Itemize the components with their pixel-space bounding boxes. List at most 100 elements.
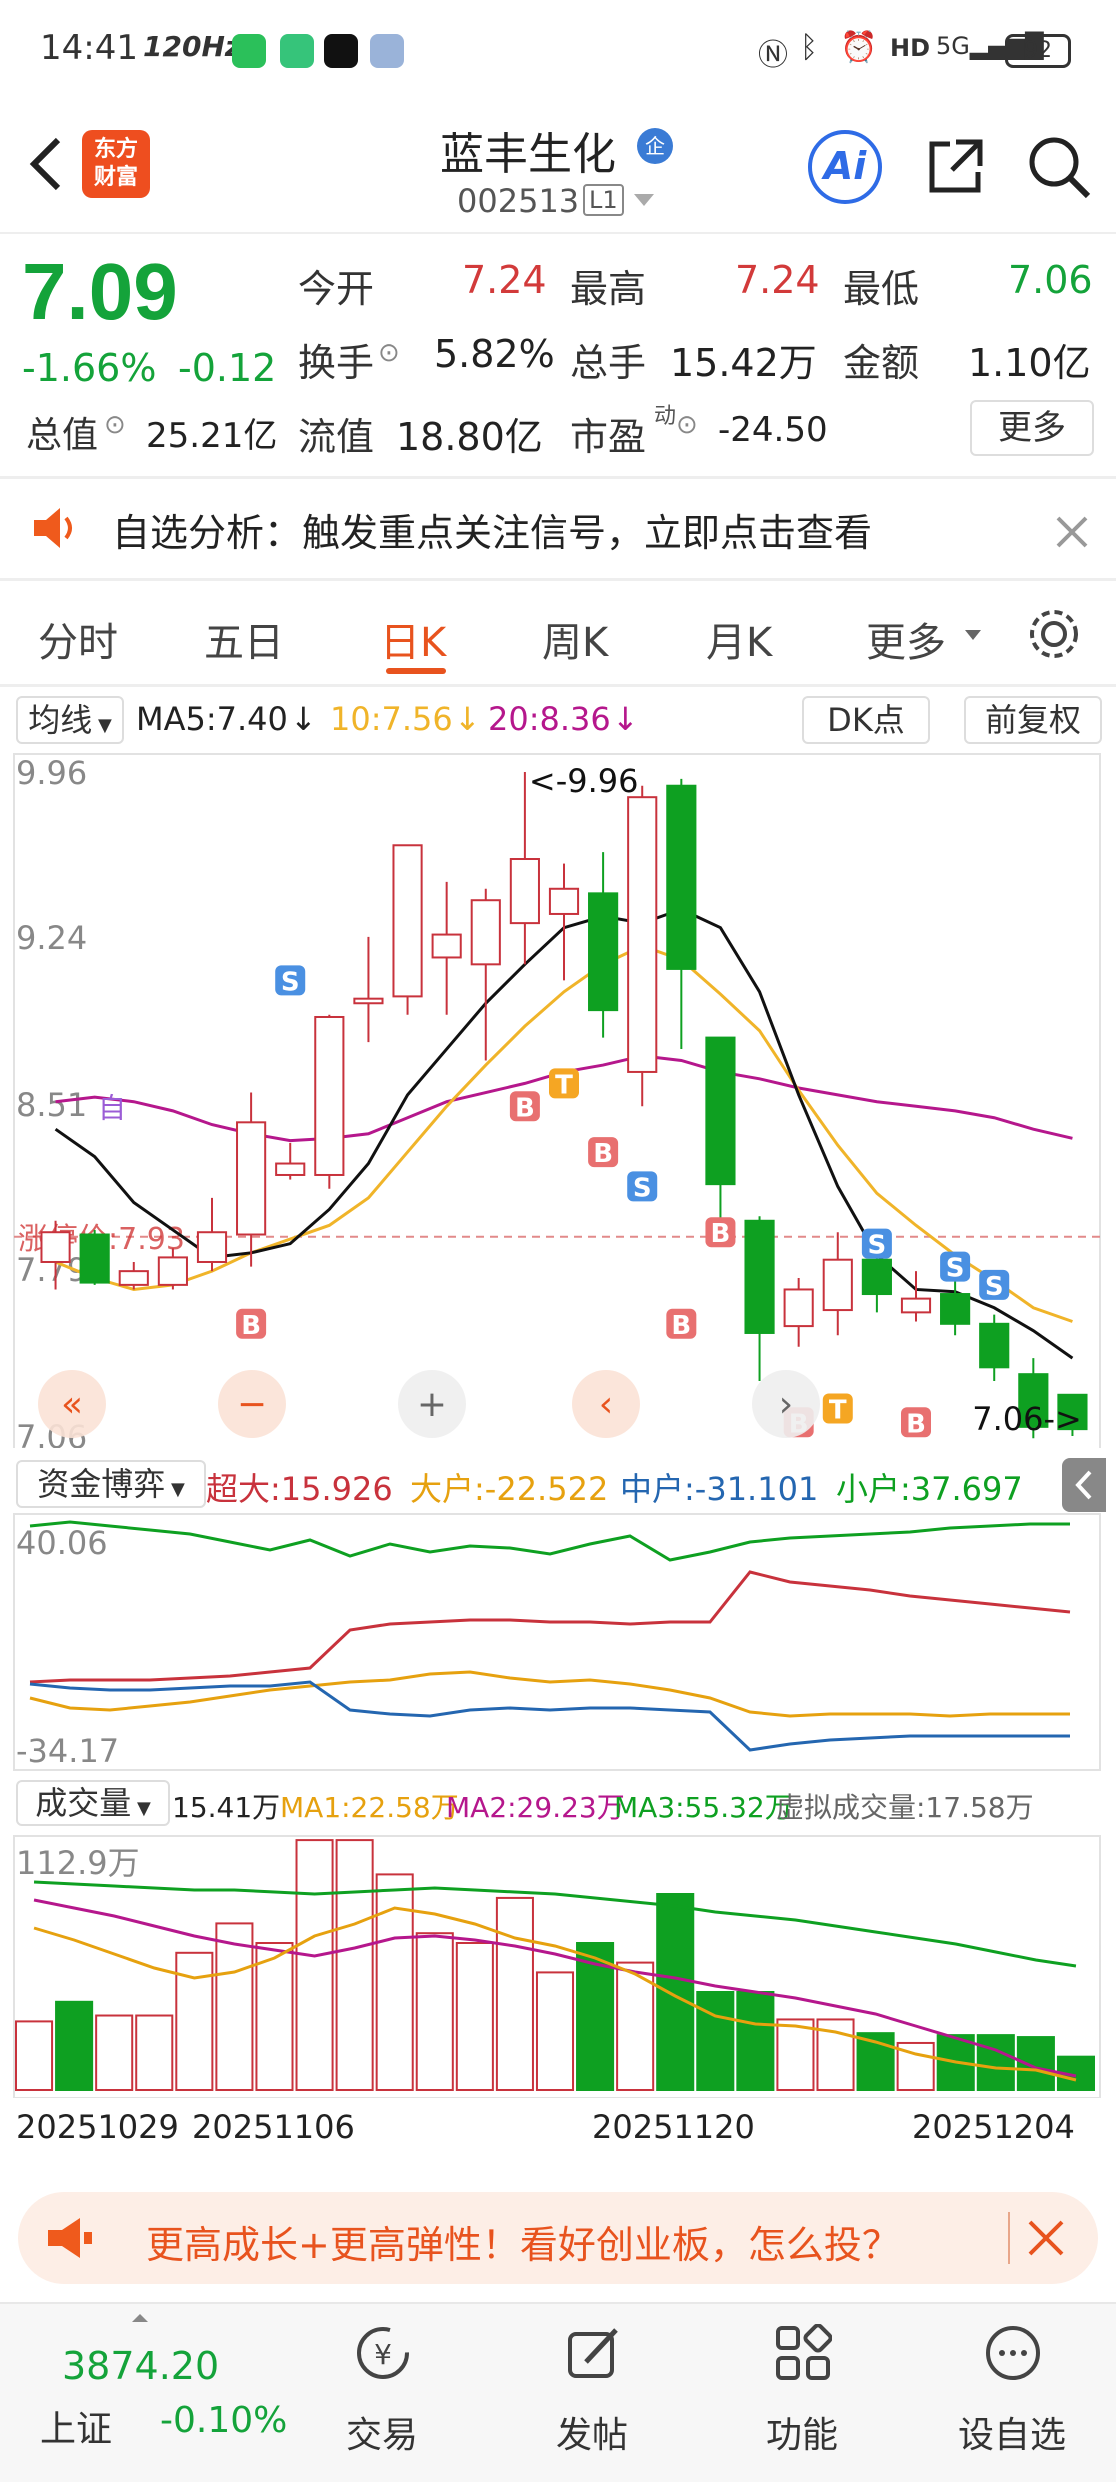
- candle-body: [979, 1322, 1010, 1369]
- tab-daily-k[interactable]: 日K: [380, 610, 446, 668]
- chevron-left-icon: [29, 137, 61, 191]
- volume-chart[interactable]: 112.9万: [0, 1828, 1116, 2098]
- y-axis-label: 9.96: [16, 754, 87, 792]
- mktcap-label: 总值: [26, 415, 99, 456]
- candle-body: [509, 858, 540, 925]
- fund-selector[interactable]: 资金博弈 ▼: [16, 1460, 206, 1508]
- float-label: 流值: [298, 415, 375, 459]
- ma-selector[interactable]: 均线 ▼: [16, 696, 124, 744]
- level-badge[interactable]: L1: [583, 184, 624, 216]
- search-icon[interactable]: [1022, 130, 1094, 202]
- promo-text: 更高成长+更高弹性！看好创业板，怎么投？: [146, 2223, 900, 2267]
- volume-label: 总手: [570, 341, 647, 385]
- candle-body: [470, 899, 501, 966]
- candle-body: [196, 1231, 228, 1263]
- medium-value: 中户:-31.101: [620, 1470, 819, 1508]
- share-icon[interactable]: [920, 130, 992, 202]
- tab-more[interactable]: 更多: [866, 610, 946, 668]
- tab-five-day[interactable]: 五日: [204, 610, 284, 668]
- volume-bar: [295, 1839, 334, 2091]
- tab-weekly-k[interactable]: 周K: [542, 610, 608, 668]
- promo-banner[interactable]: 更高成长+更高弹性！看好创业板，怎么投？: [18, 2192, 1098, 2284]
- ai-assistant-button[interactable]: Ai: [808, 130, 882, 204]
- candle-body: [548, 887, 580, 915]
- signal-badge-text: T: [555, 1070, 573, 1100]
- virtual-volume-value: 虚拟成交量:17.58万: [776, 1791, 1034, 1824]
- collapse-panel-button[interactable]: [1062, 1458, 1106, 1512]
- tab-monthly-k[interactable]: 月K: [706, 610, 772, 668]
- caret-up-icon[interactable]: [130, 2312, 150, 2324]
- self-select-marker: 自: [98, 1092, 126, 1125]
- nav-post[interactable]: 发帖: [522, 2316, 662, 2476]
- fund-flow-chart[interactable]: 40.06 -34.17: [0, 1512, 1116, 1772]
- dk-point-button[interactable]: DK点: [802, 696, 930, 744]
- candle-body: [705, 1036, 736, 1186]
- nav-trade[interactable]: ¥ 交易: [312, 2316, 452, 2476]
- active-tab-indicator: [386, 668, 446, 674]
- candle-body: [783, 1288, 814, 1328]
- volume-bar: [55, 2000, 94, 2091]
- candle-body: [353, 997, 384, 1005]
- signal-badge-text: B: [515, 1093, 535, 1123]
- nfc-icon: Ⓝ: [758, 38, 788, 73]
- open-value: 7.24: [462, 258, 547, 302]
- svg-text:¥: ¥: [374, 2338, 392, 2371]
- candle-body: [588, 892, 619, 1012]
- arrow-down-icon: ↓: [454, 700, 481, 738]
- signal-badge-text: S: [868, 1231, 887, 1261]
- amount-label: 金额: [843, 341, 920, 385]
- adjust-mode-button[interactable]: 前复权: [964, 696, 1102, 744]
- candle-body: [822, 1258, 853, 1312]
- notice-text[interactable]: 自选分析：触发重点关注信号，立即点击查看: [112, 502, 872, 557]
- back-button[interactable]: [20, 128, 70, 198]
- bluetooth-icon: ᛒ: [800, 30, 818, 65]
- signal-badge-text: S: [985, 1272, 1004, 1302]
- volume-value: 15.41万: [172, 1791, 281, 1824]
- nav-add-watchlist[interactable]: 设自选: [942, 2316, 1082, 2476]
- info-icon[interactable]: ⊙: [104, 410, 126, 440]
- volume-bar: [335, 1839, 374, 2091]
- high-value: 7.24: [735, 258, 820, 302]
- candle-body: [744, 1219, 775, 1334]
- zoom-out-button-glyph: −: [237, 1384, 267, 1425]
- app-logo: 东方财富: [82, 130, 150, 198]
- tab-intraday[interactable]: 分时: [38, 610, 118, 668]
- volume-selector[interactable]: 成交量 ▼: [16, 1780, 170, 1826]
- date-label: 20251120: [592, 2108, 755, 2146]
- info-icon[interactable]: ⊙: [676, 410, 698, 440]
- ma20-value: 20:8.36: [488, 700, 611, 738]
- super-large-value: 超大:15.926: [206, 1470, 393, 1508]
- close-icon[interactable]: [1054, 514, 1090, 550]
- kline-chart[interactable]: 9.969.248.517.797.06涨停价:7.93<-9.967.06->…: [0, 748, 1116, 1448]
- status-time: 14:41: [40, 28, 138, 68]
- nav-add-watchlist-label: 设自选: [957, 2415, 1066, 2456]
- candle-body: [79, 1233, 110, 1284]
- fast-back-button-glyph: «: [61, 1384, 83, 1425]
- pe-value: -24.50: [718, 410, 828, 450]
- pe-label: 市盈: [570, 415, 647, 459]
- candle-body: [431, 933, 462, 959]
- info-icon[interactable]: ⊙: [378, 338, 400, 368]
- pe-dynamic-mark: 动: [654, 404, 677, 429]
- volume-bar: [495, 1896, 534, 2091]
- candle-body: [392, 844, 423, 998]
- speaker-icon: [34, 508, 72, 548]
- gear-icon[interactable]: [1024, 604, 1084, 664]
- more-quote-button[interactable]: 更多: [970, 400, 1094, 456]
- signal-badge-text: S: [633, 1173, 652, 1203]
- yen-exchange-icon: ¥: [357, 2327, 409, 2379]
- close-icon[interactable]: [1026, 2218, 1066, 2258]
- signal-badge-text: B: [906, 1409, 926, 1439]
- fund-flow-line: [29, 1680, 1070, 1752]
- step-forward-button-glyph: ›: [779, 1384, 793, 1425]
- vol-ma3-value: MA3:55.32万: [614, 1791, 793, 1824]
- arrow-down-icon: ↓: [290, 700, 317, 738]
- high-label: 最高: [570, 267, 647, 311]
- nav-functions[interactable]: 功能: [732, 2316, 872, 2476]
- volume-bar: [95, 2014, 134, 2092]
- message-icon: [280, 34, 314, 68]
- index-value[interactable]: 3874.20: [62, 2344, 219, 2388]
- open-label: 今开: [298, 267, 375, 311]
- megaphone-icon: [48, 2218, 92, 2258]
- caret-down-icon[interactable]: [632, 190, 656, 210]
